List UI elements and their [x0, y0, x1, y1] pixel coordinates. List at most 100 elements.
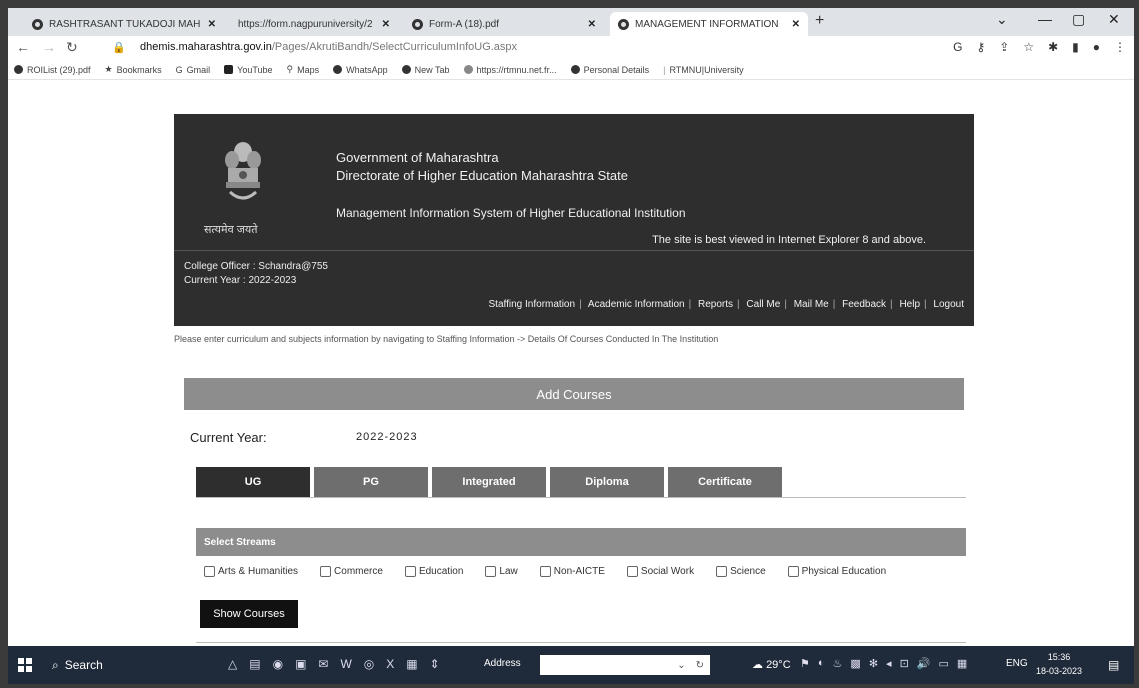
key-icon[interactable]: ⚷: [976, 40, 985, 54]
tab-diploma[interactable]: Diploma: [550, 467, 664, 497]
browser-tab-2[interactable]: https://form.nagpuruniversity/2 ✕: [230, 12, 398, 36]
checkbox[interactable]: [404, 566, 416, 577]
maximize-icon[interactable]: ▢: [1072, 11, 1085, 28]
browser-note: The site is best viewed in Internet Expl…: [652, 234, 926, 246]
stream-non-aicte[interactable]: Non-AICTE: [539, 566, 605, 577]
reload-icon[interactable]: ↻: [66, 39, 78, 56]
browser-tab-1[interactable]: RASHTRASANT TUKADOJI MAH ✕: [24, 12, 224, 36]
extensions-icon[interactable]: ✱: [1048, 40, 1058, 54]
stream-law[interactable]: Law: [485, 566, 518, 577]
drive-icon[interactable]: △: [228, 657, 237, 671]
chevron-left-icon[interactable]: ◂: [886, 657, 892, 670]
clock-date: 18-03-2023: [1036, 666, 1083, 676]
bookmark-item[interactable]: New Tab: [401, 65, 450, 75]
bookmark-label: https://rtmnu.net.fr...: [476, 64, 557, 75]
close-icon[interactable]: ✕: [382, 19, 390, 30]
battery-icon[interactable]: ▭: [938, 657, 948, 670]
store-icon[interactable]: ▣: [295, 657, 306, 671]
bookmark-item[interactable]: https://rtmnu.net.fr...: [463, 64, 557, 75]
checkbox[interactable]: [485, 566, 497, 577]
tab-integrated[interactable]: Integrated: [432, 467, 546, 497]
word-icon[interactable]: W: [340, 657, 351, 671]
close-icon[interactable]: ✕: [588, 19, 596, 30]
stream-physical-education[interactable]: Physical Education: [787, 566, 886, 577]
bookmark-item[interactable]: G Gmail: [176, 65, 211, 75]
file-explorer-icon[interactable]: ▤: [249, 657, 260, 671]
weather-widget[interactable]: ☁ 29°C: [752, 658, 791, 671]
bookmark-item[interactable]: ★ Bookmarks: [105, 64, 162, 75]
checkbox[interactable]: [787, 566, 799, 577]
close-icon[interactable]: ✕: [208, 19, 216, 30]
mail-icon[interactable]: ✉: [318, 657, 328, 671]
menu-mail-me[interactable]: Mail Me: [794, 299, 829, 310]
notification-icon[interactable]: ▤: [1108, 658, 1119, 672]
stepper-icon[interactable]: ⇕: [430, 657, 440, 671]
bluetooth-icon[interactable]: ✻: [869, 657, 878, 670]
more-menu-icon[interactable]: ⋮: [1114, 40, 1126, 54]
address-toolbar-input[interactable]: ⌄ ↻: [540, 655, 710, 675]
sidepanel-icon[interactable]: ▮: [1072, 40, 1079, 54]
menu-call-me[interactable]: Call Me: [746, 299, 780, 310]
url-field[interactable]: dhemis.maharashtra.gov.in/Pages/AkrutiBa…: [140, 41, 517, 53]
clock[interactable]: 15:36 18-03-2023: [1036, 650, 1082, 678]
stream-education[interactable]: Education: [404, 566, 463, 577]
back-icon[interactable]: ←: [16, 39, 30, 55]
share-icon[interactable]: ⇪: [999, 40, 1009, 54]
menu-help[interactable]: Help: [899, 299, 920, 310]
excel-icon[interactable]: X: [386, 657, 394, 671]
checkbox[interactable]: [320, 566, 332, 577]
window-close-icon[interactable]: ✕: [1108, 11, 1120, 28]
menu-academic[interactable]: Academic Information: [588, 299, 685, 310]
stream-social-work[interactable]: Social Work: [626, 566, 694, 577]
keyboard-icon[interactable]: ▦: [957, 657, 967, 670]
bookmark-item[interactable]: | RTMNU|University: [663, 65, 744, 75]
menu-feedback[interactable]: Feedback: [842, 299, 886, 310]
language-indicator[interactable]: ENG: [1006, 658, 1028, 669]
browser-tab-title: Form-A (18).pdf: [429, 18, 500, 30]
new-tab-button[interactable]: +: [815, 12, 824, 30]
menu-staffing[interactable]: Staffing Information: [489, 299, 576, 310]
refresh-icon[interactable]: ↻: [696, 660, 704, 671]
bookmark-item[interactable]: ROIList (29).pdf: [14, 65, 91, 75]
checkbox[interactable]: [539, 566, 551, 577]
tab-certificate[interactable]: Certificate: [668, 467, 782, 497]
volume-icon[interactable]: 🔊: [917, 657, 931, 670]
checkbox[interactable]: [716, 566, 728, 577]
forward-icon[interactable]: →: [42, 39, 56, 55]
stream-arts-humanities[interactable]: Arts & Humanities: [204, 566, 298, 577]
browser-icon[interactable]: ◉: [273, 657, 283, 671]
close-icon[interactable]: ✕: [792, 19, 800, 30]
bookmark-item[interactable]: YouTube: [224, 65, 273, 75]
browser-tab-3[interactable]: Form-A (18).pdf ✕: [404, 12, 604, 36]
chrome-icon[interactable]: ◎: [364, 657, 374, 671]
tray-icon[interactable]: ♨: [833, 657, 843, 670]
browser-tab-4[interactable]: MANAGEMENT INFORMATION ✕: [610, 12, 808, 36]
app-icon[interactable]: ▦: [406, 657, 417, 671]
bookmark-item[interactable]: Personal Details: [570, 65, 649, 75]
screen: RASHTRASANT TUKADOJI MAH ✕ https://form.…: [8, 8, 1134, 684]
menu-logout[interactable]: Logout: [933, 299, 964, 310]
tab-ug[interactable]: UG: [196, 467, 310, 497]
tray-icon[interactable]: ◐: [818, 657, 825, 670]
bookmark-item[interactable]: WhatsApp: [333, 65, 388, 75]
minimize-icon[interactable]: —: [1038, 11, 1052, 27]
taskbar-search[interactable]: ⌕ Search: [52, 652, 192, 678]
stream-commerce[interactable]: Commerce: [320, 566, 383, 577]
tray-icon[interactable]: ⚑: [800, 657, 810, 670]
stream-science[interactable]: Science: [716, 566, 766, 577]
windows-start-icon[interactable]: [18, 658, 32, 672]
star-icon[interactable]: ☆: [1023, 40, 1034, 54]
browser-tab-title: MANAGEMENT INFORMATION: [635, 18, 779, 30]
tab-pg[interactable]: PG: [314, 467, 428, 497]
chevron-down-icon[interactable]: ⌄: [677, 660, 685, 671]
show-courses-button[interactable]: Show Courses: [200, 600, 298, 628]
tab-search-icon[interactable]: ⌄: [996, 11, 1008, 28]
bookmark-item[interactable]: ⚲ Maps: [287, 64, 320, 75]
tray-icon[interactable]: ▩: [850, 657, 860, 670]
profile-icon[interactable]: ●: [1093, 40, 1100, 54]
checkbox[interactable]: [626, 566, 638, 577]
menu-reports[interactable]: Reports: [698, 299, 733, 310]
google-icon[interactable]: G: [953, 40, 962, 54]
network-icon[interactable]: ⊡: [900, 657, 909, 670]
checkbox[interactable]: [204, 566, 215, 577]
